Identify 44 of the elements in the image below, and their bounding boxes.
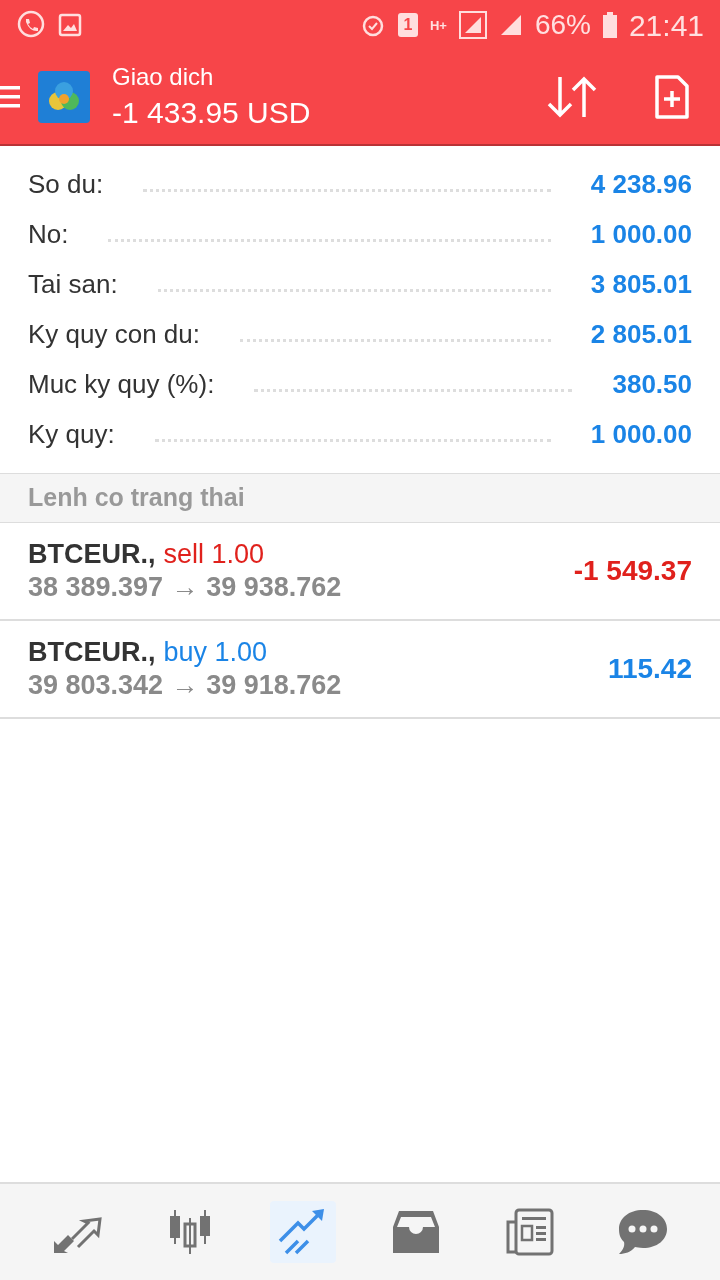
phone-icon <box>16 10 46 40</box>
summary-label: Ky quy con du: <box>28 317 200 351</box>
position-side: buy 1.00 <box>163 636 268 668</box>
app-logo-icon <box>38 71 90 123</box>
menu-icon[interactable] <box>0 84 20 110</box>
inbox-icon <box>390 1209 441 1255</box>
clock: 21:41 <box>628 7 704 44</box>
position-row[interactable]: BTCEUR., sell 1.00 38 389.397 → 39 938.762 -1 549.37 <box>0 523 720 621</box>
signal-icon <box>458 11 487 39</box>
position-symbol: BTCEUR., <box>28 538 156 570</box>
nav-tab[interactable] <box>269 1201 336 1263</box>
add-document-icon[interactable] <box>654 74 690 120</box>
image-icon <box>58 13 82 37</box>
battery-percent: 66% <box>534 8 591 42</box>
header-title: Giao dich <box>112 62 215 92</box>
summary-value: 4 238.96 <box>590 167 692 201</box>
arrow-symbol: → <box>171 571 199 604</box>
position-profit: 115.42 <box>607 652 692 686</box>
position-profit: -1 549.37 <box>573 554 692 588</box>
open-price: 39 803.342 <box>28 669 164 702</box>
arrow-symbol: → <box>171 669 199 702</box>
summary-value: 380.50 <box>612 367 692 401</box>
position-symbol: BTCEUR., <box>28 636 156 668</box>
summary-value: 2 805.01 <box>590 317 692 351</box>
battery-icon <box>602 12 617 38</box>
header-balance: -1 433.95 USD <box>112 95 311 131</box>
summary-value: 1 000.00 <box>590 417 692 451</box>
position-row[interactable]: BTCEUR., buy 1.00 39 803.342 → 39 918.762 115.42 <box>0 621 720 719</box>
chat-icon <box>616 1208 669 1256</box>
network-type: H+ <box>429 18 447 32</box>
current-price: 39 918.762 <box>206 669 342 702</box>
summary-label: Ky quy: <box>28 417 115 451</box>
summary-value: 1 000.00 <box>590 217 692 251</box>
summary-label: So du: <box>28 167 104 201</box>
summary-label: No: <box>28 217 69 251</box>
summary-label: Tai san: <box>28 267 118 301</box>
summary-value: 3 805.01 <box>590 267 692 301</box>
open-price: 38 389.397 <box>28 571 164 604</box>
summary-label: Muc ky quy (%): <box>28 367 215 401</box>
sort-icon[interactable] <box>546 75 598 119</box>
position-side: sell 1.00 <box>163 538 265 570</box>
sim-badge: 1 <box>397 13 418 37</box>
current-price: 39 938.762 <box>206 571 342 604</box>
section-title: Lenh co trang thai <box>28 482 245 514</box>
